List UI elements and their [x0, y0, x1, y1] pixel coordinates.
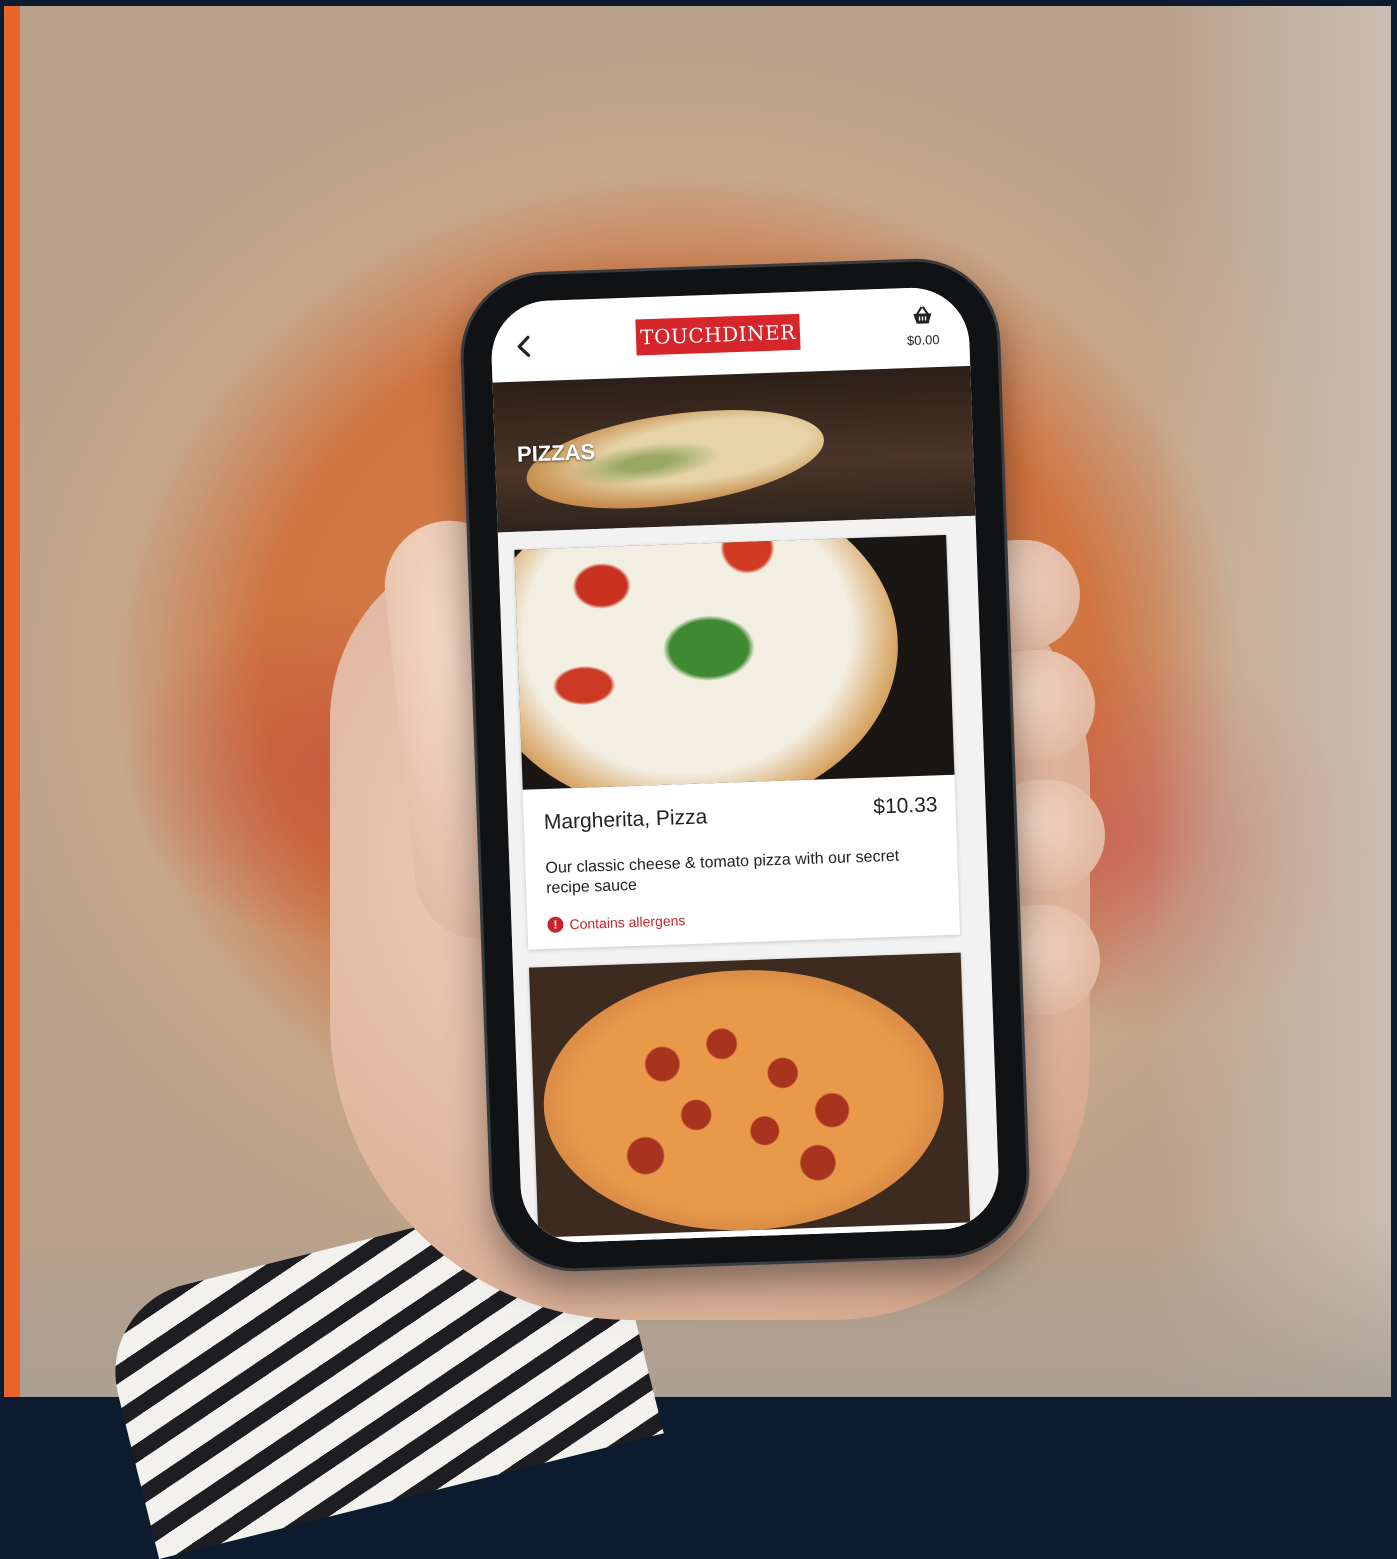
menu-item-image — [528, 952, 971, 1238]
category-title: PIZZAS — [516, 439, 596, 467]
menu-item-description: Our classic cheese & tomato pizza with o… — [545, 847, 900, 898]
menu-item-card[interactable]: Margherita, Pizza $10.33 Our classic che… — [514, 534, 961, 950]
basket-total: $0.00 — [906, 331, 940, 349]
menu-item-price: $10.33 — [872, 793, 938, 819]
phone-screen: TOUCHDINER $0.00 PIZZAS Margherita, Pizz… — [489, 285, 1001, 1245]
category-banner: PIZZAS — [492, 365, 976, 533]
allergen-label: Contains allergens — [569, 912, 686, 933]
alert-circle-icon: ! — [547, 916, 564, 933]
menu-item-card[interactable] — [528, 952, 972, 1245]
brand-logo-text: TOUCHDINER — [639, 319, 797, 350]
menu-item-image — [514, 534, 955, 790]
basket-icon — [913, 306, 932, 324]
menu-item-name: Margherita, Pizza — [543, 805, 708, 835]
menu-item-details: Margherita, Pizza $10.33 Our classic che… — [523, 775, 960, 950]
brand-logo[interactable]: TOUCHDINER — [635, 313, 801, 356]
pepperoni-pizza-photo — [539, 963, 949, 1238]
smartphone: TOUCHDINER $0.00 PIZZAS Margherita, Pizz… — [460, 258, 1030, 1272]
basket-button[interactable]: $0.00 — [894, 305, 951, 349]
menu-item-list[interactable]: Margherita, Pizza $10.33 Our classic che… — [497, 515, 1001, 1245]
chevron-left-icon — [517, 335, 531, 357]
back-button[interactable] — [509, 331, 540, 362]
allergen-notice[interactable]: ! Contains allergens — [547, 912, 686, 933]
margherita-pizza-photo — [514, 534, 904, 790]
